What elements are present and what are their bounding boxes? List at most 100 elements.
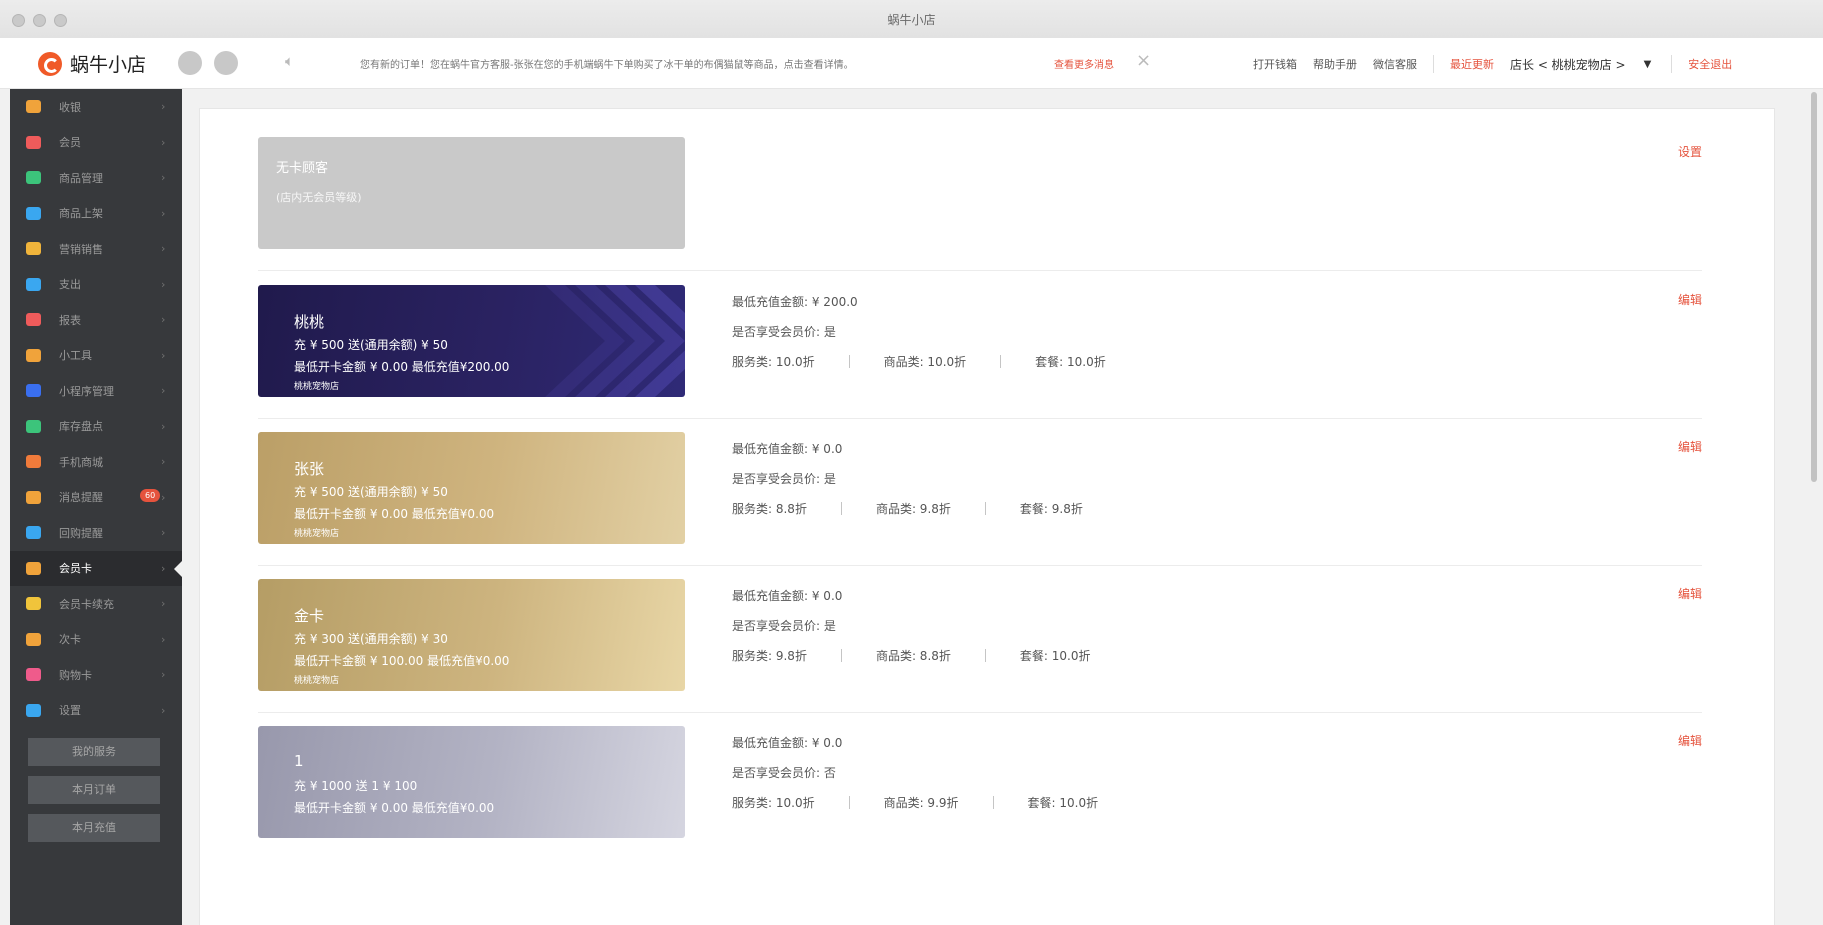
sidebar-item-label: 小程序管理 [59,384,114,398]
caret-down-icon[interactable]: ▼ [1644,59,1652,70]
menu-icon [26,277,41,291]
card-name: 金卡 [294,607,325,625]
sidebar-item[interactable]: 小程序管理 › [10,373,182,409]
min-recharge-text: 最低充值金额: ¥ 0.0 [732,442,843,456]
sidebar-item[interactable]: 商品管理 › [10,160,182,196]
notice-more-link[interactable]: 查看更多消息 [1054,56,1114,71]
chevron-right-icon: › [161,242,166,256]
card-row: 金卡充 ¥ 300 送(通用余额) ¥ 30 最低开卡金额 ¥ 100.00 最低… [258,579,1702,691]
edit-link[interactable]: 编辑 [1678,291,1702,308]
service-discount: 服务类: 9.8折 [732,649,807,663]
chevron-right-icon: › [161,668,166,682]
goods-discount: 商品类: 9.9折 [883,796,959,810]
store-selector[interactable]: 店长 < 桃桃宠物店 > [1510,56,1626,73]
sidebar-item[interactable]: 回购提醒 › [10,515,182,551]
row-divider [258,712,1702,713]
member-price-text: 是否享受会员价: 否 [732,766,836,780]
menu-icon [26,384,41,398]
settings-link[interactable]: 设置 [1678,143,1702,160]
month-orders-button[interactable]: 本月订单 [28,776,160,804]
sidebar-item[interactable]: 小工具 › [10,338,182,374]
row-divider [258,418,1702,419]
chevron-right-icon: › [161,171,166,185]
card-name: 1 [294,752,304,770]
divider [848,796,850,809]
sidebar-item[interactable]: 会员卡续充 › [10,586,182,622]
menu-icon [26,135,41,149]
logout-link[interactable]: 安全退出 [1688,56,1732,72]
sidebar-item-label: 会员 [59,136,81,150]
package-discount: 套餐: 10.0折 [1035,355,1106,369]
open-cash-drawer-link[interactable]: 打开钱箱 [1253,56,1297,72]
sidebar-item[interactable]: 报表 › [10,302,182,338]
chevron-right-icon: › [161,100,166,114]
menu-icon [26,171,41,185]
member-card[interactable]: 张张充 ¥ 500 送(通用余额) ¥ 50 最低开卡金额 ¥ 0.00 最低充值… [258,432,685,544]
sidebar-item-label: 设置 [59,704,81,718]
sidebar-item[interactable]: 消息提醒 60 › [10,480,182,516]
title-bar: 蜗牛小店 [0,0,1823,39]
card-name: 桃桃 [294,313,325,331]
discount-line: 服务类: 8.8折 商品类: 9.8折 套餐: 9.8折 [732,500,1117,517]
chevron-right-icon: › [161,632,166,646]
sidebar-menu: 收银 › 会员 › 商品管理 › 商品上架 › 营销销售 › 支出 › 报表 › 小工具 › 小程序管理 › 库存盘… [10,89,182,728]
top-bar: 蜗牛小店 🔈︎ 您有新的订单！您在蜗牛官方客服-张张在您的手机端蜗牛下单购买了冰… [0,38,1823,89]
sidebar-item[interactable]: 手机商城 › [10,444,182,480]
sidebar-item[interactable]: 商品上架 › [10,196,182,232]
sidebar: 收银 › 会员 › 商品管理 › 商品上架 › 营销销售 › 支出 › 报表 › 小工具 › 小程序管理 › 库存盘… [10,89,182,925]
back-button[interactable] [178,51,202,75]
menu-icon [26,668,41,682]
close-icon[interactable]: × [1136,50,1151,71]
card-name: 无卡顾客 [276,161,329,176]
sidebar-item-label: 次卡 [59,633,81,647]
app-window: 蜗牛小店 蜗牛小店 🔈︎ 您有新的订单！您在蜗牛官方客服-张张在您的手机端蜗牛下… [0,0,1823,925]
chevron-right-icon: › [161,561,166,575]
recent-update-link[interactable]: 最近更新 [1450,56,1494,72]
member-price-text: 是否享受会员价: 是 [732,325,836,339]
sidebar-item[interactable]: 次卡 › [10,622,182,658]
brand-name: 蜗牛小店 [70,54,147,76]
menu-icon [26,703,41,717]
sidebar-item[interactable]: 购物卡 › [10,657,182,693]
chevron-right-icon: › [161,277,166,291]
member-card-list: 无卡顾客 (店内无会员等级) 设置桃桃充 ¥ 500 送(通用余额) ¥ 50 最低开… [199,108,1775,925]
card-row: 无卡顾客 (店内无会员等级) 设置 [258,137,1702,249]
month-recharge-button[interactable]: 本月充值 [28,814,160,842]
card-recharge-rule: 充 ¥ 300 送(通用余额) ¥ 30 [294,632,448,646]
sidebar-item[interactable]: 营销销售 › [10,231,182,267]
menu-icon [26,490,41,504]
sidebar-item-label: 支出 [59,278,81,292]
member-card[interactable]: 金卡充 ¥ 300 送(通用余额) ¥ 30 最低开卡金额 ¥ 100.00 最低… [258,579,685,691]
scrollbar-thumb[interactable] [1811,92,1817,482]
card-minimums: 最低开卡金额 ¥ 0.00 最低充值¥0.00 [294,507,495,521]
chevron-right-icon: › [161,313,166,327]
sidebar-item[interactable]: 会员 › [10,125,182,161]
top-links: 打开钱箱 帮助手册 微信客服 最近更新 店长 < 桃桃宠物店 > ▼ 安全退出 [1253,55,1748,73]
chevron-right-icon: › [161,703,166,717]
member-card[interactable]: 1 充 ¥ 1000 送 1 ¥ 100 最低开卡金额 ¥ 0.00 最低充值¥0.… [258,726,685,838]
min-recharge-text: 最低充值金额: ¥ 200.0 [732,295,858,309]
sidebar-item[interactable]: 会员卡 › [10,550,182,586]
member-card[interactable]: 无卡顾客 (店内无会员等级) [258,137,685,249]
edit-link[interactable]: 编辑 [1678,732,1702,749]
wechat-service-link[interactable]: 微信客服 [1373,56,1417,72]
sidebar-item-label: 小工具 [59,349,92,363]
menu-icon [26,632,41,646]
help-manual-link[interactable]: 帮助手册 [1313,56,1357,72]
window-title: 蜗牛小店 [887,13,936,27]
notice-text[interactable]: 您有新的订单！您在蜗牛官方客服-张张在您的手机端蜗牛下单购买了冰干单的布偶猫鼠等… [360,56,854,71]
my-service-button[interactable]: 我的服务 [28,738,160,766]
min-recharge-text: 最低充值金额: ¥ 0.0 [732,589,843,603]
chevron-right-icon: › [161,419,166,433]
sidebar-item[interactable]: 库存盘点 › [10,409,182,445]
sidebar-item[interactable]: 收银 › [10,89,182,125]
sidebar-item[interactable]: 设置 › [10,693,182,729]
sidebar-item[interactable]: 支出 › [10,267,182,303]
member-card[interactable]: 桃桃充 ¥ 500 送(通用余额) ¥ 50 最低开卡金额 ¥ 0.00 最低充值… [258,285,685,397]
forward-button[interactable] [214,51,238,75]
edit-link[interactable]: 编辑 [1678,585,1702,602]
menu-icon [26,419,41,433]
sidebar-item-label: 会员卡 [59,562,92,576]
menu-icon [26,313,41,327]
edit-link[interactable]: 编辑 [1678,438,1702,455]
